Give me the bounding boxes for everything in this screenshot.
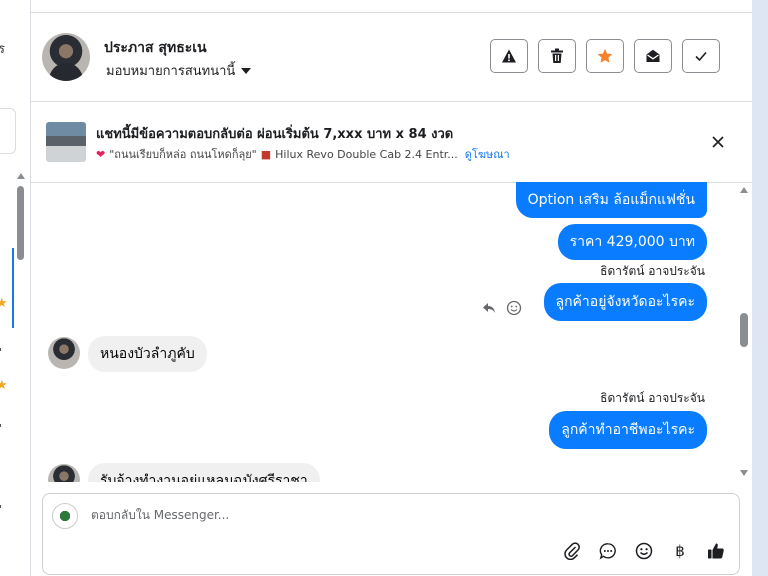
- sender-name: ธิดารัตน์ อาจประจัน: [600, 264, 705, 278]
- message-tools: [482, 300, 522, 316]
- spam-button[interactable]: [490, 39, 528, 73]
- conversation-list-edge: ร ★ ★: [0, 0, 31, 576]
- baht-icon: ฿: [675, 542, 685, 560]
- trash-icon: [551, 48, 563, 63]
- delete-button[interactable]: [538, 39, 576, 73]
- caret-down-icon: [241, 67, 252, 74]
- chat-scrollbar-thumb[interactable]: [740, 313, 748, 347]
- ad-context-bar: แชทนี้มีข้อความตอบกลับต่อ ผ่อนเริ่มต้น 7…: [30, 102, 752, 183]
- incoming-message[interactable]: รับจ้างทำงานอยู่แหลมฉบังศรีราชา: [88, 463, 320, 482]
- check-icon: [695, 51, 707, 62]
- star-icon: ★: [0, 296, 8, 311]
- attach-icon: [564, 542, 580, 560]
- list-scroll-up-arrow[interactable]: [17, 173, 25, 179]
- chat-scroll-up-arrow[interactable]: [740, 187, 748, 193]
- sender-name: ธิดารัตน์ อาจประจัน: [600, 391, 705, 405]
- star-icon: [597, 48, 613, 63]
- list-active-indicator: [12, 248, 14, 328]
- mark-done-button[interactable]: [682, 39, 720, 73]
- like-button[interactable]: [705, 540, 727, 562]
- list-text-fragment: ร: [0, 38, 5, 59]
- assign-dropdown[interactable]: มอบหมายการสนทนานี้: [106, 60, 252, 81]
- emoji-button[interactable]: [633, 540, 655, 562]
- chat-bubble-icon: [599, 543, 616, 560]
- warning-icon: [502, 49, 516, 63]
- composer: ฿: [42, 493, 740, 575]
- list-search-box-edge[interactable]: [0, 108, 16, 154]
- reply-input[interactable]: [91, 508, 611, 522]
- attach-button[interactable]: [561, 540, 583, 562]
- ad-thumbnail[interactable]: [46, 122, 86, 162]
- outgoing-message[interactable]: ราคา 429,000 บาท: [557, 224, 707, 260]
- payment-button[interactable]: ฿: [669, 540, 691, 562]
- list-dot: [0, 505, 1, 508]
- contact-avatar-small[interactable]: [48, 464, 80, 482]
- right-panel-edge: [752, 0, 768, 576]
- list-dot: [0, 424, 1, 427]
- mark-unread-button[interactable]: [634, 39, 672, 73]
- contact-name[interactable]: ประภาส สุทธะเน: [104, 37, 207, 59]
- outgoing-message[interactable]: ลูกค้าทำอาชีพอะไรคะ: [549, 411, 707, 449]
- emoji-icon[interactable]: [506, 300, 522, 316]
- view-ad-link[interactable]: ดูโฆษณา: [465, 145, 510, 163]
- outgoing-message[interactable]: Option เสริม ล้อแม็กแฟชั่น: [515, 182, 707, 218]
- assign-label: มอบหมายการสนทนานี้: [106, 64, 236, 79]
- thumbs-up-icon: [708, 543, 724, 559]
- chat-scroll-down-arrow[interactable]: [740, 470, 748, 476]
- incoming-message[interactable]: หนองบัวลำภูคับ: [88, 336, 207, 372]
- conversation-header: ประภาส สุทธะเน มอบหมายการสนทนานี้: [30, 13, 752, 102]
- message-thread: Option เสริม ล้อแม็กแฟชั่น ราคา 429,000 …: [30, 182, 752, 482]
- ad-subtitle: ❤ "ถนนเรียบก็หล่อ ถนนโหดก็ลุย" ■ Hilux R…: [96, 145, 510, 163]
- list-dot: [0, 348, 1, 351]
- composer-tools: ฿: [561, 540, 727, 562]
- star-button[interactable]: [586, 39, 624, 73]
- ad-model: Hilux Revo Double Cab 2.4 Entr...: [275, 147, 458, 161]
- contact-avatar[interactable]: [42, 33, 90, 81]
- page-avatar: [52, 503, 78, 529]
- reply-icon[interactable]: [482, 302, 496, 314]
- list-scrollbar-thumb[interactable]: [17, 186, 24, 260]
- heart-icon: ❤: [96, 147, 106, 161]
- contact-avatar-small[interactable]: [48, 337, 80, 369]
- header-actions: [490, 39, 720, 73]
- car-icon: ■: [260, 147, 272, 161]
- saved-replies-button[interactable]: [597, 540, 619, 562]
- envelope-open-icon: [646, 49, 660, 62]
- ad-slogan: "ถนนเรียบก็หล่อ ถนนโหดก็ลุย": [109, 148, 257, 161]
- close-icon[interactable]: [710, 134, 726, 150]
- ad-title: แชทนี้มีข้อความตอบกลับต่อ ผ่อนเริ่มต้น 7…: [96, 127, 454, 142]
- star-icon: ★: [0, 378, 8, 393]
- outgoing-message[interactable]: ลูกค้าอยู่จังหวัดอะไรคะ: [543, 283, 707, 321]
- emoji-icon: [635, 542, 653, 560]
